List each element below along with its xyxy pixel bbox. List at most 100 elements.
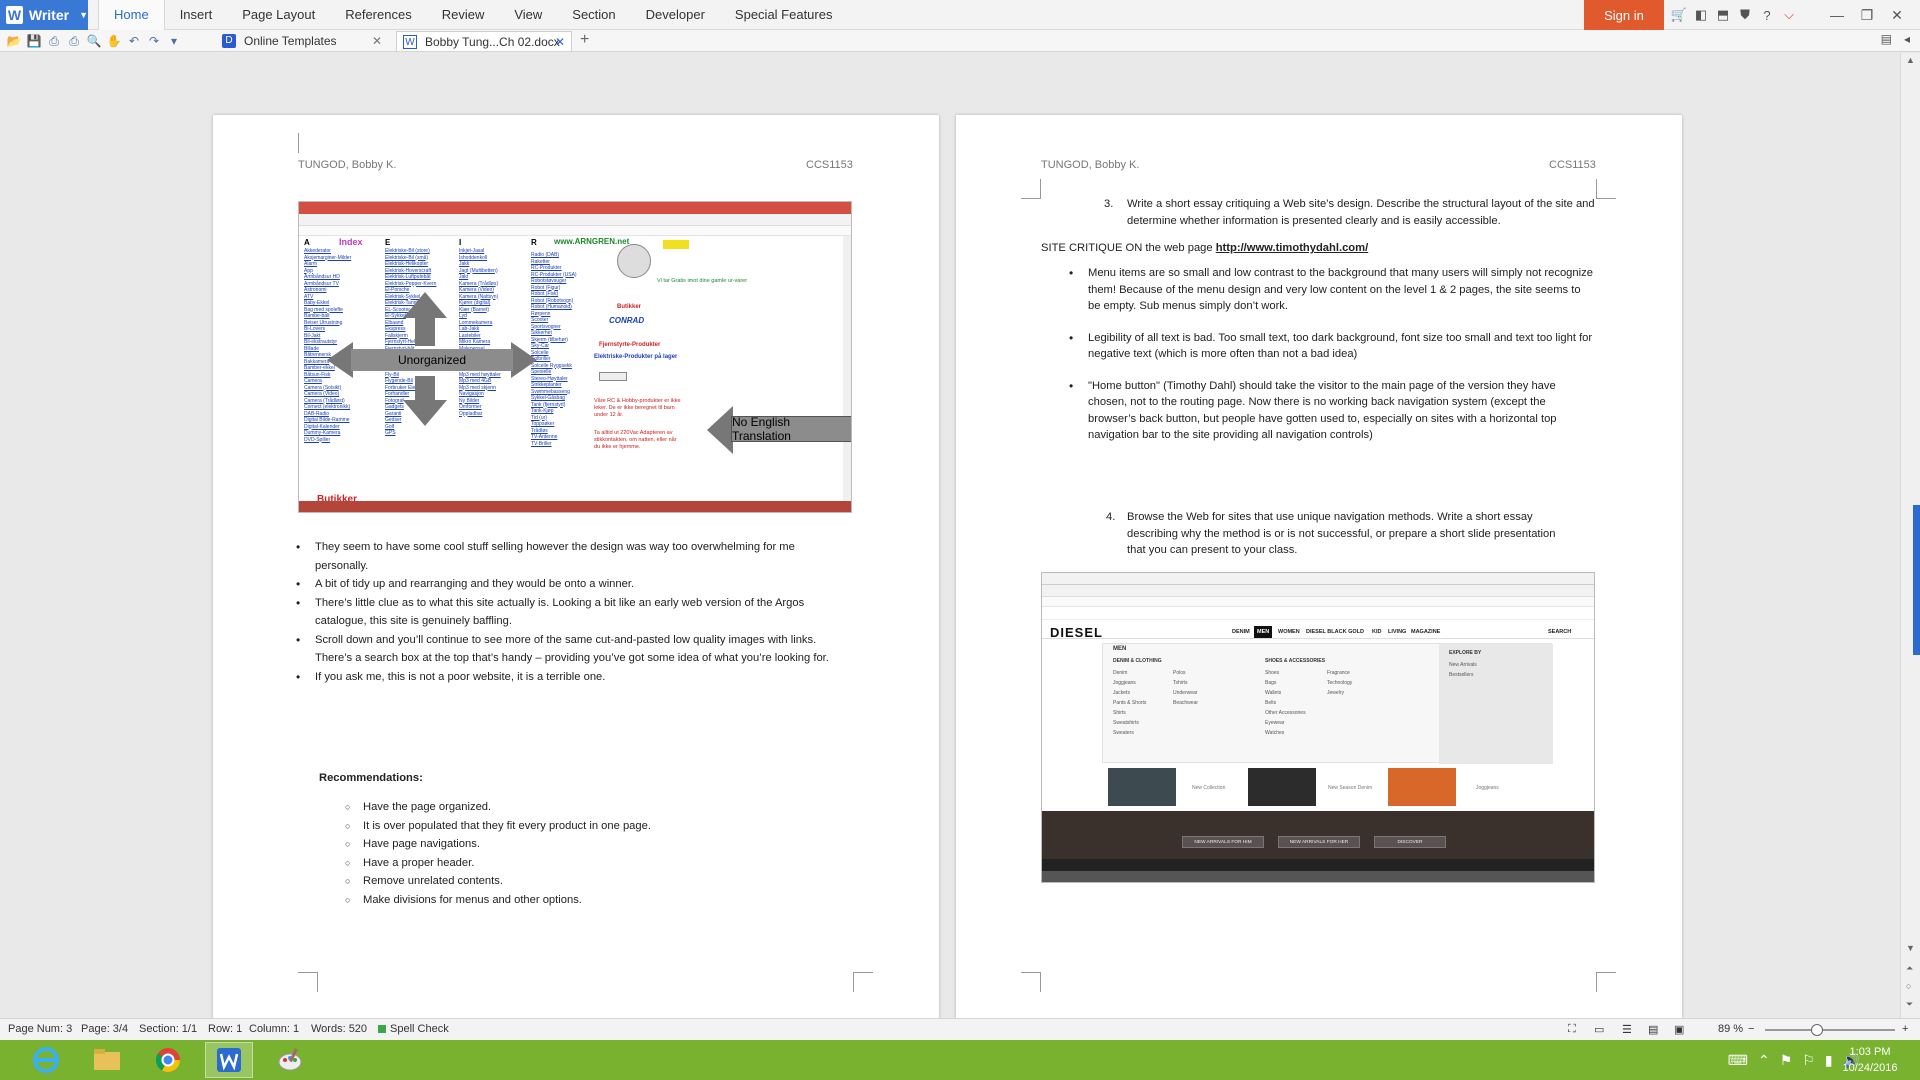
zoom-slider[interactable] [1765,1024,1895,1036]
diesel-button-him[interactable]: NEW ARRIVALS FOR HIM [1182,836,1264,848]
share-icon[interactable]: ⬒ [1712,7,1734,23]
dropdown-item[interactable]: Beachwear [1173,698,1198,708]
dropdown-item[interactable]: Bestsellers [1449,670,1477,680]
diesel-logo[interactable]: DIESEL [1050,625,1103,640]
web-layout-icon[interactable]: ▤ [1648,1023,1658,1036]
zoom-out-icon[interactable]: − [1748,1023,1754,1035]
tab-insert[interactable]: Insert [165,0,228,30]
writer-taskbar-icon[interactable] [205,1042,253,1078]
spell-check-toggle[interactable]: Spell Check [378,1023,449,1035]
network-icon[interactable]: ⚑ [1780,1052,1793,1069]
diesel-menu-living[interactable]: LIVING [1388,629,1406,635]
print-preview-icon[interactable]: 🔍 [84,34,104,48]
format-painter-icon[interactable]: ✋ [104,34,124,48]
close-tab-icon[interactable]: ✕ [555,35,565,49]
outline-view-icon[interactable]: ☰ [1622,1023,1632,1036]
close-tab-icon[interactable]: ✕ [372,34,382,48]
next-page-icon[interactable]: ⏷ [1906,999,1913,1010]
tshirt-icon[interactable]: ⛊ [1734,7,1756,23]
keyboard-icon[interactable]: ⌨ [1728,1052,1748,1069]
print-icon[interactable]: ⎙ [64,34,84,49]
tile-image[interactable] [1388,768,1456,806]
dropdown-item[interactable]: Watches [1265,728,1306,738]
dropdown-item[interactable]: Polos [1173,668,1198,678]
app-menu-button[interactable]: W Writer ▼ [0,0,88,30]
dropdown-item[interactable]: Wallets [1265,688,1306,698]
dropdown-item[interactable]: Bags [1265,678,1306,688]
tab-page-layout[interactable]: Page Layout [227,0,330,30]
status-words[interactable]: Words: 520 [311,1023,367,1035]
dropdown-item[interactable]: New Arrivals [1449,660,1477,670]
dropdown-item[interactable]: Jewelry [1327,688,1352,698]
tab-list-icon[interactable]: ▤ [1881,32,1892,46]
tab-scroll-icon[interactable]: ◂ [1904,32,1910,46]
tile-image[interactable] [1108,768,1176,806]
tab-references[interactable]: References [330,0,426,30]
scroll-down-icon[interactable]: ▼ [1906,943,1915,953]
dropdown-item[interactable]: Shoes [1265,668,1306,678]
diesel-menu-kid[interactable]: KID [1372,629,1381,635]
dropdown-item[interactable]: Technology [1327,678,1352,688]
diesel-menu-magazine[interactable]: MAGAZINE [1411,629,1440,635]
search-box[interactable] [599,372,627,381]
prev-page-icon[interactable]: ⏶ [1906,963,1913,974]
dropdown-item[interactable]: Sweaters [1113,728,1146,738]
help-icon[interactable]: ? [1756,8,1778,23]
dropdown-item[interactable]: Pants & Shorts [1113,698,1146,708]
tab-section[interactable]: Section [557,0,630,30]
select-browse-icon[interactable]: ○ [1906,981,1911,991]
dropdown-item[interactable]: Jackets [1113,688,1146,698]
scroll-up-icon[interactable]: ▲ [1906,55,1915,65]
zoom-in-icon[interactable]: + [1902,1023,1908,1035]
tab-developer[interactable]: Developer [631,0,720,30]
scrollbar-thumb[interactable] [1913,505,1920,655]
dropdown-item[interactable]: Denim [1113,668,1146,678]
tab-view[interactable]: View [499,0,557,30]
open-folder-icon[interactable]: 📂 [4,34,24,48]
close-icon[interactable]: ✕ [1882,7,1912,24]
chrome-icon[interactable] [144,1042,192,1078]
status-page[interactable]: Page: 3/4 [81,1023,128,1035]
export-pdf-icon[interactable]: ⎙ [44,34,64,49]
collapse-ribbon-icon[interactable]: ⌵ [1778,7,1800,23]
zoom-level[interactable]: 89 % [1718,1023,1743,1035]
tab-review[interactable]: Review [427,0,500,30]
diesel-menu-women[interactable]: WOMEN [1278,629,1300,635]
skin-icon[interactable]: ◧ [1690,7,1712,23]
tab-current-document[interactable]: W Bobby Tung...Ch 02.docx ✕ [396,31,572,51]
diesel-menu-denim[interactable]: DENIM [1232,629,1250,635]
sign-in-button[interactable]: Sign in [1584,0,1664,30]
dropdown-item[interactable]: Other Accessories [1265,708,1306,718]
internet-explorer-icon[interactable] [22,1042,70,1078]
redo-icon[interactable]: ↷ [144,34,164,48]
diesel-search[interactable]: SEARCH [1548,629,1571,635]
page-view-icon[interactable]: ▭ [1594,1023,1604,1036]
tab-home[interactable]: Home [98,0,165,30]
cart-icon[interactable]: 🛒 [1668,7,1690,23]
vertical-scrollbar[interactable]: ▲ ▼ ⏶ ○ ⏷ [1900,53,1920,1018]
critique-link[interactable]: http://www.timothydahl.com/ [1216,242,1368,254]
focus-mode-icon[interactable]: ⛶ [1568,1023,1576,1036]
diesel-button-her[interactable]: NEW ARRIVALS FOR HER [1278,836,1360,848]
tab-online-templates[interactable]: D Online Templates ✕ [216,31,388,51]
dropdown-item[interactable]: Fragrance [1327,668,1352,678]
save-icon[interactable]: 💾 [24,34,44,48]
restore-icon[interactable]: ❐ [1852,7,1882,24]
dropdown-item[interactable]: Tshirts [1173,678,1198,688]
clock[interactable]: 1:03 PM 10/24/2016 [1830,1044,1910,1076]
new-tab-icon[interactable]: + [580,31,589,49]
dropdown-item[interactable]: Joggjeans [1113,678,1146,688]
tab-special-features[interactable]: Special Features [720,0,848,30]
dropdown-item[interactable]: Belts [1265,698,1306,708]
file-explorer-icon[interactable] [83,1042,131,1078]
chevron-up-icon[interactable]: ⌃ [1758,1052,1770,1069]
zoom-slider-knob[interactable] [1811,1024,1823,1036]
tile-image[interactable] [1248,768,1316,806]
dropdown-item[interactable]: Shirts [1113,708,1146,718]
reading-mode-icon[interactable]: ▣ [1674,1023,1684,1036]
dropdown-item[interactable]: Sweatshirts [1113,718,1146,728]
dropdown-item[interactable]: Underwear [1173,688,1198,698]
minimize-icon[interactable]: — [1822,7,1852,23]
dropdown-item[interactable]: Eyewear [1265,718,1306,728]
diesel-menu-black-gold[interactable]: DIESEL BLACK GOLD [1306,629,1364,635]
